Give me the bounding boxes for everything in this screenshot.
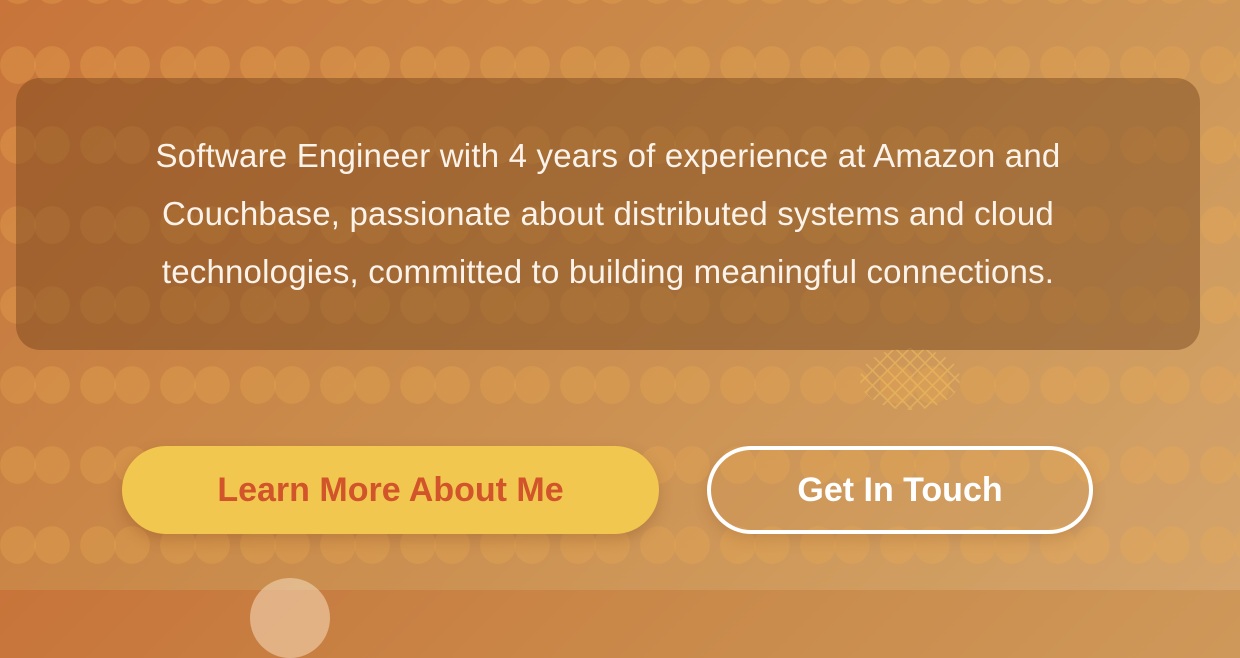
crosshatch-decoration <box>860 348 960 410</box>
get-in-touch-button[interactable]: Get In Touch <box>707 446 1093 534</box>
decorative-circle <box>250 578 330 658</box>
bio-text: Software Engineer with 4 years of experi… <box>155 137 1061 290</box>
learn-more-button[interactable]: Learn More About Me <box>122 446 659 534</box>
bio-card: Software Engineer with 4 years of experi… <box>16 78 1200 350</box>
